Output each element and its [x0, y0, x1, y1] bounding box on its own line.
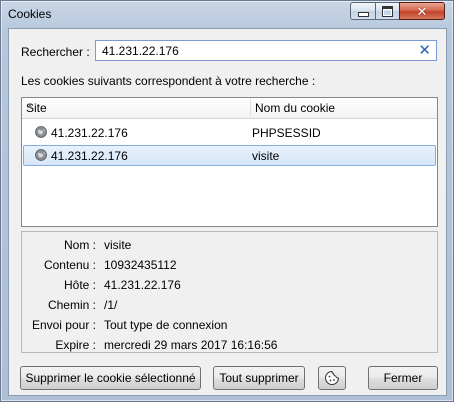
- cookie-row-selected[interactable]: 41.231.22.176 visite: [23, 145, 436, 166]
- minimize-button[interactable]: [350, 2, 376, 20]
- window-title: Cookies: [8, 7, 52, 21]
- detail-value: 41.231.22.176: [104, 278, 181, 292]
- detail-row-name: Nom : visite: [22, 236, 439, 254]
- results-description: Les cookies suivants correspondent à vot…: [21, 74, 316, 88]
- detail-row-send-for: Envoi pour : Tout type de connexion: [22, 316, 439, 334]
- detail-label: Chemin :: [47, 298, 96, 312]
- cookie-name: PHPSESSID: [252, 126, 321, 140]
- close-window-button[interactable]: ✕: [399, 2, 445, 20]
- detail-label: Hôte :: [63, 278, 96, 292]
- title-bar[interactable]: Cookies ✕: [1, 1, 453, 27]
- remove-all-cookies-button[interactable]: Tout supprimer: [213, 366, 305, 390]
- detail-label: Contenu :: [43, 258, 96, 272]
- cookie-exceptions-button[interactable]: [318, 366, 346, 390]
- clear-search-icon[interactable]: ✕: [418, 42, 431, 59]
- column-header-cookie-name-label: Nom du cookie: [255, 101, 336, 115]
- cookie-site: 41.231.22.176: [51, 126, 128, 140]
- maximize-icon: [382, 5, 393, 17]
- cookie-exceptions-icon: [325, 370, 340, 385]
- column-header-site[interactable]: Site ▲: [22, 98, 251, 118]
- maximize-button[interactable]: [375, 2, 400, 20]
- detail-value: mercredi 29 mars 2017 16:16:56: [104, 338, 278, 352]
- search-value: 41.231.22.176: [102, 44, 179, 58]
- detail-label: Envoi pour :: [31, 318, 96, 332]
- detail-value: /1/: [104, 298, 118, 312]
- list-header: Site ▲ Nom du cookie: [22, 98, 437, 119]
- detail-row-host: Hôte : 41.231.22.176: [22, 276, 439, 294]
- detail-label: Nom :: [63, 238, 96, 252]
- cookie-list[interactable]: Site ▲ Nom du cookie 41.231.22.176 PHPSE…: [21, 97, 438, 227]
- column-header-cookie-name[interactable]: Nom du cookie: [251, 98, 437, 118]
- detail-value: Tout type de connexion: [104, 318, 228, 332]
- detail-value: visite: [104, 238, 132, 252]
- detail-row-content: Contenu : 10932435112: [22, 256, 439, 274]
- detail-label: Expire :: [55, 338, 96, 352]
- minimize-icon: [357, 11, 369, 17]
- close-icon: ✕: [416, 3, 428, 19]
- dialog-content: Rechercher : 41.231.22.176 ✕ Les cookies…: [8, 28, 447, 396]
- cookie-site: 41.231.22.176: [51, 149, 128, 163]
- globe-icon: [35, 126, 47, 138]
- sort-ascending-icon: ▲: [26, 101, 34, 110]
- cookie-details: Nom : visite Contenu : 10932435112 Hôte …: [21, 231, 438, 353]
- detail-value: 10932435112: [104, 258, 177, 272]
- detail-row-expires: Expire : mercredi 29 mars 2017 16:16:56: [22, 336, 439, 354]
- cookies-dialog: Cookies ✕ Rechercher : 41.231.22.176 ✕ L…: [0, 0, 454, 402]
- search-input[interactable]: 41.231.22.176 ✕: [95, 40, 437, 61]
- cookie-name: visite: [252, 149, 280, 163]
- search-label: Rechercher :: [21, 45, 90, 59]
- cookie-row[interactable]: 41.231.22.176 PHPSESSID: [23, 122, 436, 143]
- globe-icon: [35, 149, 47, 161]
- remove-selected-cookie-button[interactable]: Supprimer le cookie sélectionné: [20, 366, 201, 390]
- detail-row-path: Chemin : /1/: [22, 296, 439, 314]
- close-button[interactable]: Fermer: [368, 366, 438, 390]
